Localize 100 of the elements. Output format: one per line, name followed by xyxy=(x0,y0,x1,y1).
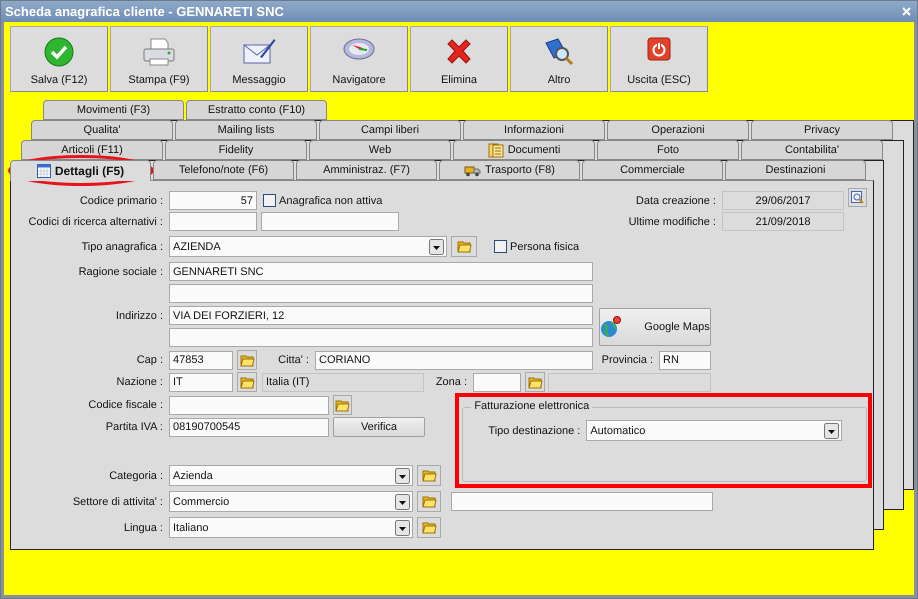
toolbar-button[interactable]: Altro xyxy=(510,26,608,92)
tab[interactable]: Trasporto (F8) xyxy=(439,160,580,180)
input-field[interactable] xyxy=(169,212,257,231)
documents-icon xyxy=(488,142,504,158)
input-field[interactable]: 08190700545 xyxy=(169,418,329,436)
input-field[interactable] xyxy=(169,284,593,303)
field-label: Categoria : xyxy=(108,470,164,482)
input-field[interactable]: 57 xyxy=(169,191,257,210)
tab[interactable]: Informazioni xyxy=(463,120,605,140)
tab[interactable]: Qualita' xyxy=(31,120,173,140)
tab[interactable]: Foto xyxy=(597,140,739,160)
toolbar-button[interactable]: Navigatore xyxy=(310,26,408,92)
printer-icon xyxy=(142,37,176,67)
tab[interactable]: Operazioni xyxy=(607,120,749,140)
date-field[interactable]: 29/06/2017 xyxy=(722,191,844,210)
dropdown-button[interactable] xyxy=(395,468,410,484)
folder-icon xyxy=(422,495,436,508)
tab[interactable]: Articoli (F11) xyxy=(21,140,163,160)
folder-icon xyxy=(422,521,436,534)
compass-icon xyxy=(343,37,375,61)
tab[interactable]: Fidelity xyxy=(165,140,307,160)
toolbar-button[interactable]: Salva (F12) xyxy=(10,26,108,92)
field-label: Indirizzo : xyxy=(114,310,164,322)
input-field[interactable]: IT xyxy=(169,372,233,392)
toolbar-button[interactable]: Elimina xyxy=(410,26,508,92)
folder-button[interactable] xyxy=(237,372,257,392)
magnifier-icon xyxy=(851,191,864,204)
tab[interactable]: Dettagli (F5) xyxy=(10,160,151,181)
window-title: Scheda anagrafica cliente - GENNARETI SNC xyxy=(5,4,284,19)
folder-button[interactable] xyxy=(417,517,441,538)
field-label: Tipo anagrafica : xyxy=(80,240,164,252)
checkbox-label: Anagrafica non attiva xyxy=(279,194,382,206)
field-label: Zona : xyxy=(434,376,468,388)
checkbox[interactable] xyxy=(494,240,507,253)
maps-button[interactable]: Google Maps xyxy=(599,308,711,346)
field-label: Codici di ricerca alternativi : xyxy=(28,216,164,228)
dropdown-button[interactable] xyxy=(395,520,410,536)
folder-icon xyxy=(456,240,472,253)
folder-button[interactable] xyxy=(417,465,441,486)
folder-icon xyxy=(528,376,542,388)
tab[interactable]: Telefono/note (F6) xyxy=(153,160,294,180)
close-icon[interactable] xyxy=(902,7,911,16)
group-title: Fatturazione elettronica xyxy=(471,400,592,412)
tab[interactable]: Documenti xyxy=(453,140,595,160)
folder-button[interactable] xyxy=(417,491,441,512)
toolbar-button[interactable]: Messaggio xyxy=(210,26,308,92)
dropdown-field[interactable]: Automatico xyxy=(586,420,842,441)
input-field[interactable] xyxy=(261,212,399,231)
toolbar-button[interactable]: Uscita (ESC) xyxy=(610,26,708,92)
toolbar-button[interactable]: Stampa (F9) xyxy=(110,26,208,92)
folder-icon xyxy=(422,469,436,482)
dropdown-field[interactable]: AZIENDA xyxy=(169,236,447,257)
tab[interactable]: Mailing lists xyxy=(175,120,317,140)
date-field[interactable]: 21/09/2018 xyxy=(722,212,844,231)
tab[interactable]: Privacy xyxy=(751,120,893,140)
field-label: Provincia : xyxy=(600,354,654,366)
dropdown-field[interactable]: Azienda xyxy=(169,465,413,486)
verify-button[interactable]: Verifica xyxy=(333,417,425,437)
field-label: Codice fiscale : xyxy=(87,399,164,411)
field-label: Cap : xyxy=(136,354,164,366)
input-field[interactable]: VIA DEI FORZIERI, 12 xyxy=(169,306,593,325)
input-field[interactable]: 47853 xyxy=(169,350,233,370)
dropdown-field[interactable]: Italiano xyxy=(169,517,413,538)
input-field[interactable] xyxy=(451,492,713,511)
folder-icon xyxy=(240,376,254,388)
checkmark-icon xyxy=(44,37,74,67)
tab[interactable]: Web xyxy=(309,140,451,160)
truck-icon xyxy=(464,164,482,176)
description-field[interactable] xyxy=(548,372,711,392)
input-field[interactable]: GENNARETI SNC xyxy=(169,262,593,281)
dropdown-button[interactable] xyxy=(429,238,444,254)
folder-button[interactable] xyxy=(237,350,257,370)
description-field[interactable]: Italia (IT) xyxy=(262,372,424,392)
preview-button[interactable] xyxy=(848,188,867,207)
tab[interactable]: Estratto conto (F10) xyxy=(186,100,327,120)
input-field[interactable] xyxy=(169,396,329,414)
field-label: Tipo destinazione : xyxy=(487,424,582,436)
dropdown-button[interactable] xyxy=(395,494,410,510)
input-field[interactable]: RN xyxy=(659,350,711,370)
tab[interactable]: Contabilita' xyxy=(741,140,883,160)
checkbox-label: Persona fisica xyxy=(510,240,580,252)
tab[interactable]: Destinazioni xyxy=(725,160,866,180)
power-icon xyxy=(647,37,671,61)
field-label: Data creazione : xyxy=(636,194,717,206)
checkbox[interactable] xyxy=(263,194,276,207)
folder-button[interactable] xyxy=(333,395,352,415)
tab[interactable]: Campi liberi xyxy=(319,120,461,140)
tab[interactable]: Amministraz. (F7) xyxy=(296,160,437,180)
input-field[interactable] xyxy=(169,328,593,347)
calendar-icon xyxy=(36,164,51,178)
folder-icon xyxy=(240,354,254,366)
field-label: Nazione : xyxy=(116,376,164,388)
folder-button[interactable] xyxy=(451,236,477,257)
input-field[interactable]: CORIANO xyxy=(315,350,593,370)
tab[interactable]: Movimenti (F3) xyxy=(43,100,184,120)
dropdown-field[interactable]: Commercio xyxy=(169,491,413,512)
tab[interactable]: Commerciale xyxy=(582,160,723,180)
dropdown-button[interactable] xyxy=(824,422,840,438)
folder-button[interactable] xyxy=(525,372,545,392)
input-field[interactable] xyxy=(473,372,521,392)
